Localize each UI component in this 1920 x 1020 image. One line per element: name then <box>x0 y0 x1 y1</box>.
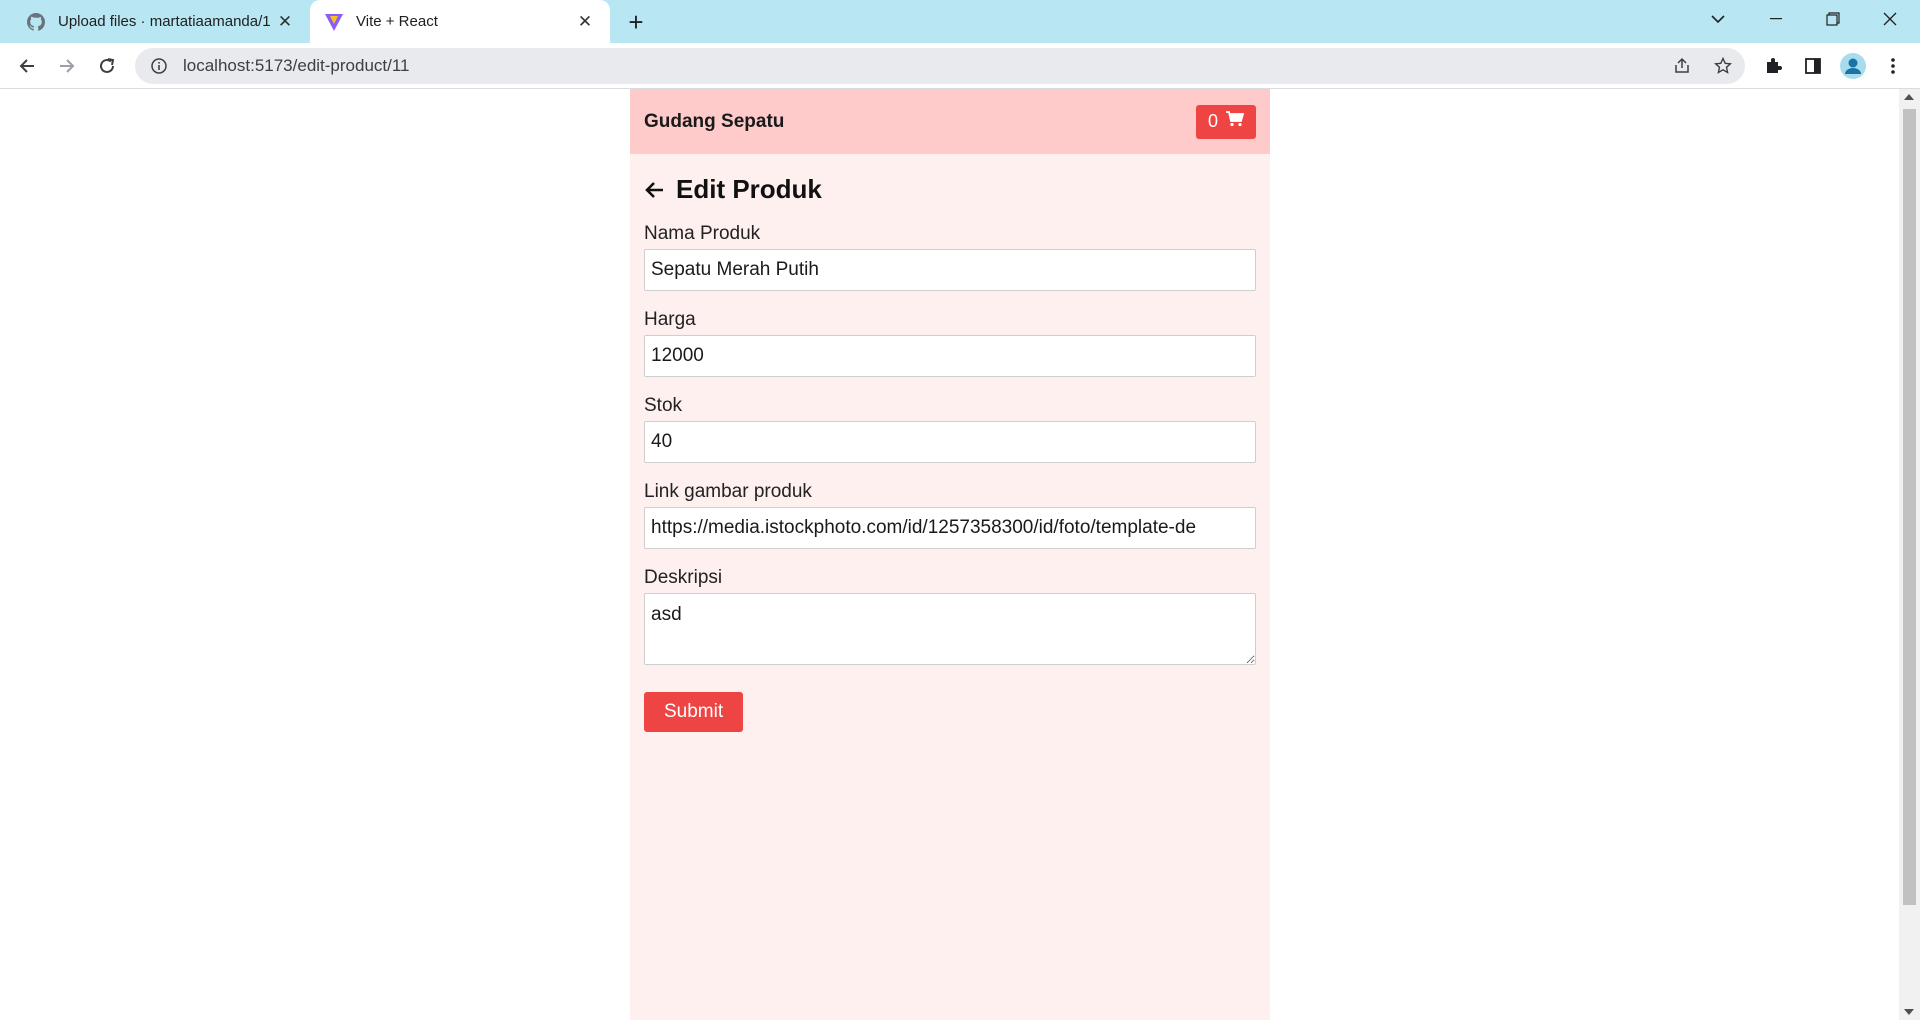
tab-title: Vite + React <box>356 13 438 30</box>
scroll-up-arrow-icon[interactable] <box>1904 94 1914 100</box>
extensions-icon[interactable] <box>1757 50 1789 82</box>
shopping-cart-icon <box>1226 111 1245 132</box>
minimize-button[interactable] <box>1748 0 1804 38</box>
stok-label: Stok <box>644 395 683 416</box>
field-stok: Stok <box>644 395 1256 463</box>
side-panel-icon[interactable] <box>1797 50 1829 82</box>
page-viewport: Gudang Sepatu 0 Edit Produk Nama Produk <box>0 89 1899 1020</box>
reload-button[interactable] <box>91 50 123 82</box>
menu-kebab-icon[interactable] <box>1877 50 1909 82</box>
tab-title: Upload files · martatiaamanda/1 <box>58 13 271 30</box>
page-header: Edit Produk <box>644 174 1256 205</box>
close-tab-icon[interactable]: ✕ <box>574 11 596 33</box>
harga-label: Harga <box>644 309 696 330</box>
nama-produk-input[interactable] <box>644 249 1256 291</box>
field-link-gambar: Link gambar produk <box>644 481 1256 549</box>
cart-button[interactable]: 0 <box>1195 104 1256 139</box>
harga-input[interactable] <box>644 335 1256 377</box>
tab-search-icon[interactable] <box>1690 0 1746 38</box>
app-container: Gudang Sepatu 0 Edit Produk Nama Produk <box>630 89 1270 1020</box>
edit-form: Edit Produk Nama Produk Harga Stok Link … <box>630 174 1270 732</box>
browser-tabstrip: Upload files · martatiaamanda/1 ✕ Vite +… <box>0 0 1920 43</box>
field-nama-produk: Nama Produk <box>644 223 1256 291</box>
brand-title[interactable]: Gudang Sepatu <box>644 111 784 133</box>
vite-icon <box>324 12 344 32</box>
scrollbar-thumb[interactable] <box>1903 109 1916 905</box>
github-icon <box>26 12 46 32</box>
bookmark-star-icon[interactable] <box>1705 48 1741 84</box>
restore-button[interactable] <box>1805 0 1861 38</box>
new-tab-button[interactable]: + <box>622 7 650 37</box>
share-icon[interactable] <box>1664 48 1700 84</box>
browser-tab-github[interactable]: Upload files · martatiaamanda/1 ✕ <box>12 0 310 43</box>
field-deskripsi: Deskripsi asd <box>644 567 1256 670</box>
deskripsi-textarea[interactable]: asd <box>644 593 1256 665</box>
site-info-icon[interactable] <box>149 56 169 76</box>
navbar: Gudang Sepatu 0 <box>630 89 1270 154</box>
back-arrow-icon[interactable] <box>644 179 666 201</box>
address-bar[interactable]: localhost:5173/edit-product/11 <box>135 48 1745 84</box>
browser-tab-vite[interactable]: Vite + React ✕ <box>310 0 610 43</box>
close-window-button[interactable] <box>1862 0 1918 38</box>
profile-avatar[interactable] <box>1837 50 1869 82</box>
page-scrollbar[interactable] <box>1899 89 1920 1020</box>
scroll-down-arrow-icon[interactable] <box>1904 1009 1914 1015</box>
link-gambar-label: Link gambar produk <box>644 481 812 502</box>
forward-button[interactable] <box>51 50 83 82</box>
nama-produk-label: Nama Produk <box>644 223 761 244</box>
page-title: Edit Produk <box>676 174 822 204</box>
submit-button[interactable]: Submit <box>644 692 744 732</box>
stok-input[interactable] <box>644 421 1256 463</box>
deskripsi-label: Deskripsi <box>644 567 723 588</box>
link-gambar-input[interactable] <box>644 507 1256 549</box>
cart-count: 0 <box>1207 111 1218 131</box>
field-harga: Harga <box>644 309 1256 377</box>
browser-toolbar: localhost:5173/edit-product/11 <box>0 43 1920 89</box>
url-text: localhost:5173/edit-product/11 <box>183 56 410 75</box>
close-tab-icon[interactable]: ✕ <box>274 11 296 33</box>
back-button[interactable] <box>11 50 43 82</box>
